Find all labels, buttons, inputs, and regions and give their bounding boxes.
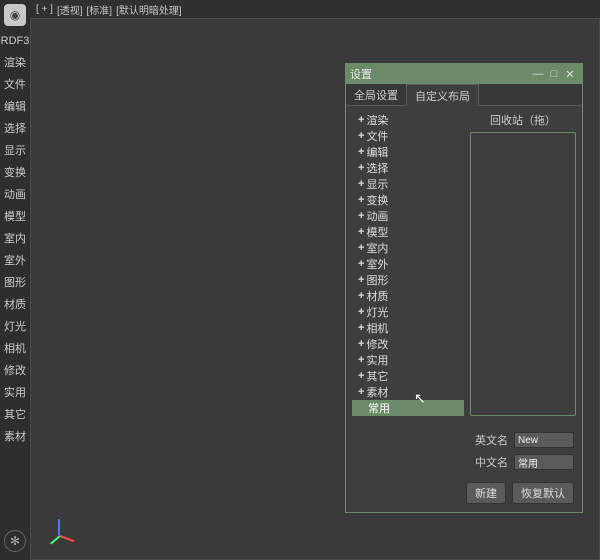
sidebar-item[interactable]: 渲染: [4, 56, 26, 70]
recycle-dropzone[interactable]: [470, 132, 576, 416]
minimize-icon[interactable]: —: [530, 68, 546, 80]
tree-item[interactable]: +素材: [352, 384, 464, 400]
tree-item[interactable]: +其它: [352, 368, 464, 384]
tree-item[interactable]: +渲染: [352, 112, 464, 128]
english-name-label: 英文名: [475, 432, 508, 448]
tab-bar: 全局设置 自定义布局: [346, 84, 582, 106]
tree-item[interactable]: +选择: [352, 160, 464, 176]
settings-dialog: 设置 — □ ✕ 全局设置 自定义布局 +渲染 +文件 +编辑 +选择 +显示 …: [345, 63, 583, 513]
expand-icon: +: [358, 162, 364, 174]
expand-icon: +: [358, 114, 364, 126]
expand-icon: +: [358, 322, 364, 334]
reset-button[interactable]: 恢复默认: [512, 482, 574, 504]
sidebar-item[interactable]: 文件: [4, 78, 26, 92]
expand-icon: +: [358, 242, 364, 254]
sidebar-item[interactable]: 修改: [4, 364, 26, 378]
sidebar-item[interactable]: 素材: [4, 430, 26, 444]
tree-item[interactable]: +动画: [352, 208, 464, 224]
sidebar-item[interactable]: 相机: [4, 342, 26, 356]
chinese-name-label: 中文名: [475, 454, 508, 470]
expand-icon: +: [358, 258, 364, 270]
tree-item-selected[interactable]: 常用: [352, 400, 464, 416]
sidebar-item[interactable]: 图形: [4, 276, 26, 290]
expand-icon: +: [358, 210, 364, 222]
expand-icon: +: [358, 370, 364, 382]
sidebar-item[interactable]: 显示: [4, 144, 26, 158]
expand-icon: +: [358, 130, 364, 142]
tree-item[interactable]: +模型: [352, 224, 464, 240]
sidebar-item[interactable]: 其它: [4, 408, 26, 422]
viewport-tag[interactable]: [透视]: [57, 2, 83, 17]
sidebar-item[interactable]: 实用: [4, 386, 26, 400]
expand-icon: +: [358, 354, 364, 366]
viewport-label-bar: [ + ] [透视] [标准] [默认明暗处理]: [30, 0, 600, 18]
sidebar-item[interactable]: 室内: [4, 232, 26, 246]
close-icon[interactable]: ✕: [562, 68, 578, 81]
sidebar-item[interactable]: 灯光: [4, 320, 26, 334]
expand-icon: +: [358, 178, 364, 190]
english-name-input[interactable]: [514, 432, 574, 448]
sidebar-item[interactable]: 动画: [4, 188, 26, 202]
expand-icon: +: [358, 226, 364, 238]
viewport-tag[interactable]: [ + ]: [36, 4, 53, 15]
tree-item[interactable]: +显示: [352, 176, 464, 192]
sidebar-item[interactable]: 室外: [4, 254, 26, 268]
new-button[interactable]: 新建: [466, 482, 506, 504]
tree-item[interactable]: +编辑: [352, 144, 464, 160]
expand-icon: +: [358, 274, 364, 286]
sidebar: ◉ RDF3 渲染 文件 编辑 选择 显示 变换 动画 模型 室内 室外 图形 …: [0, 0, 30, 560]
sidebar-item[interactable]: 材质: [4, 298, 26, 312]
tree-item[interactable]: +变换: [352, 192, 464, 208]
tree-item[interactable]: +图形: [352, 272, 464, 288]
sidebar-item[interactable]: 编辑: [4, 100, 26, 114]
category-tree: +渲染 +文件 +编辑 +选择 +显示 +变换 +动画 +模型 +室内 +室外 …: [352, 112, 464, 416]
dialog-title-text: 设置: [350, 66, 372, 82]
gear-icon[interactable]: ✻: [4, 530, 26, 552]
sidebar-item[interactable]: RDF3: [1, 34, 30, 48]
app-logo-icon: ◉: [4, 4, 26, 26]
expand-icon: +: [358, 146, 364, 158]
axis-gizmo-icon: [45, 519, 75, 549]
expand-icon: +: [358, 290, 364, 302]
expand-icon: +: [358, 338, 364, 350]
tree-item[interactable]: +材质: [352, 288, 464, 304]
tree-item[interactable]: +相机: [352, 320, 464, 336]
tree-item[interactable]: +文件: [352, 128, 464, 144]
recycle-label: 回收站（拖）: [470, 112, 576, 128]
tab-custom-layout[interactable]: 自定义布局: [406, 84, 479, 106]
viewport-tag[interactable]: [标准]: [87, 2, 113, 17]
sidebar-item[interactable]: 变换: [4, 166, 26, 180]
maximize-icon[interactable]: □: [546, 68, 562, 80]
sidebar-item[interactable]: 选择: [4, 122, 26, 136]
expand-icon: +: [358, 306, 364, 318]
expand-icon: +: [358, 194, 364, 206]
tree-item[interactable]: +实用: [352, 352, 464, 368]
tree-item[interactable]: +室外: [352, 256, 464, 272]
expand-icon: +: [358, 386, 364, 398]
chinese-name-input[interactable]: [514, 454, 574, 470]
tree-item[interactable]: +室内: [352, 240, 464, 256]
tree-item[interactable]: +修改: [352, 336, 464, 352]
viewport-tag[interactable]: [默认明暗处理]: [116, 2, 182, 17]
dialog-titlebar[interactable]: 设置 — □ ✕: [346, 64, 582, 84]
tab-global[interactable]: 全局设置: [346, 84, 406, 105]
sidebar-item[interactable]: 模型: [4, 210, 26, 224]
tree-item[interactable]: +灯光: [352, 304, 464, 320]
